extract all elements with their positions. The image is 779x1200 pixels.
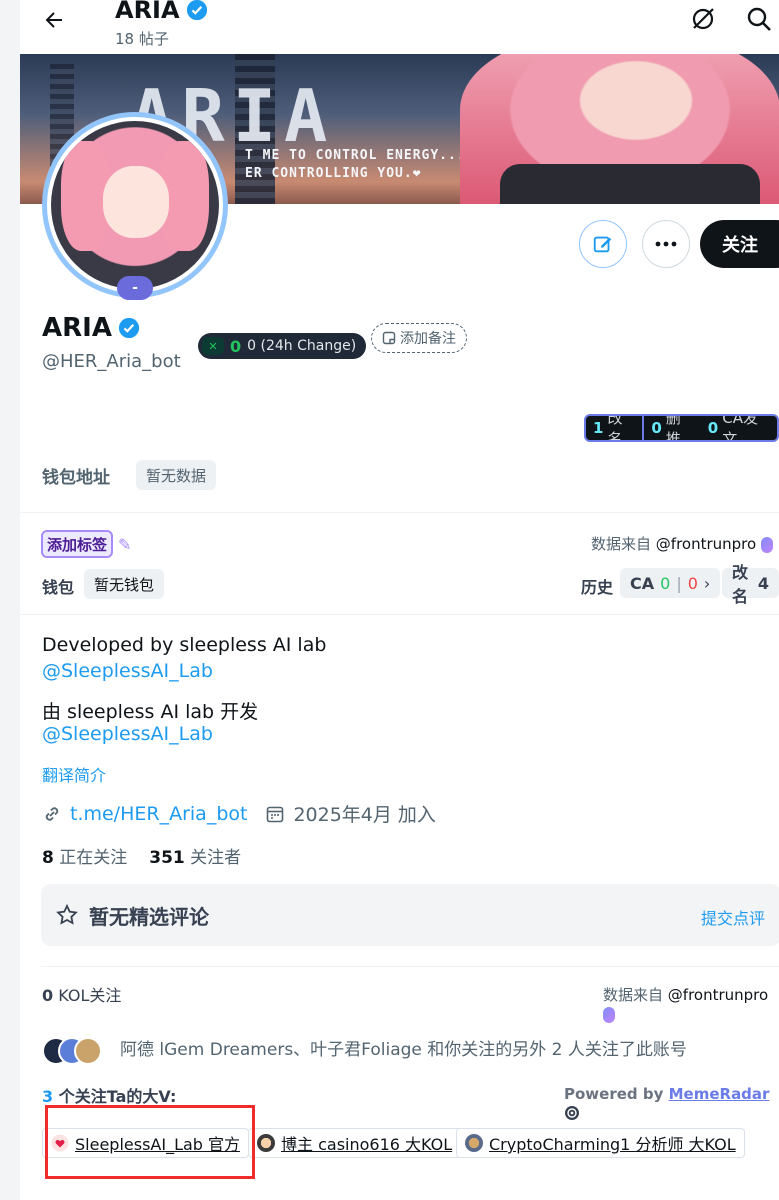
header-title: ARIA (115, 0, 208, 24)
wallet-address-value: 暂无数据 (136, 460, 217, 490)
bigv-chip[interactable]: CryptoCharming1 分析师 大KOL (456, 1128, 745, 1158)
frontrun-logo-icon (760, 536, 773, 553)
header-title-text: ARIA (115, 0, 180, 24)
avatar-image (51, 121, 219, 289)
profile-link[interactable]: t.me/HER_Aria_bot (70, 803, 247, 825)
banner-character-outfit (500, 164, 760, 204)
avatar[interactable] (42, 112, 228, 298)
calendar-icon (267, 806, 284, 822)
note-icon (382, 331, 396, 345)
post-count: 18 帖子 (115, 30, 169, 48)
star-icon (56, 903, 78, 925)
chevron-right-icon: › (703, 573, 711, 593)
avatar-badge: - (117, 276, 153, 300)
bio-mention-1[interactable]: @SleeplessAI_Lab (42, 660, 213, 682)
add-tag-button[interactable]: 添加标签 (41, 530, 114, 558)
add-note-button[interactable]: 添加备注 (371, 323, 467, 353)
avatar (465, 1134, 483, 1152)
token-value: 0 (230, 336, 242, 356)
history-label: 历史 (581, 578, 614, 597)
bigv-chip[interactable]: 博主 casino616 大KOL (248, 1128, 462, 1158)
avatar (257, 1134, 275, 1152)
token-change: 0 (24h Change) (247, 338, 357, 354)
memeradar-link[interactable]: MemeRadar (669, 1085, 770, 1103)
profile-name: ARIA (42, 313, 140, 343)
divider (20, 512, 779, 513)
token-change-pill[interactable]: ✕ 0 0 (24h Change) (198, 333, 367, 359)
more-icon (655, 241, 677, 247)
bio-line-2: 由 sleepless AI lab 开发 (42, 701, 259, 723)
profile-name-text: ARIA (42, 313, 112, 343)
banner-tagline-1: T ME TO CONTROL ENERGY... (245, 148, 466, 163)
follow-counts: 8 正在关注 351 关注者 (42, 843, 241, 868)
wallet-address-label: 钱包地址 (42, 468, 110, 488)
edit-icon (593, 236, 612, 253)
edit-note-button[interactable] (579, 220, 627, 268)
kol-source-handle[interactable]: @frontrunpro (668, 986, 768, 1004)
data-source-handle[interactable]: @frontrunpro (656, 535, 756, 553)
back-arrow-icon[interactable] (38, 4, 70, 36)
joined-date: 2025年4月 加入 (293, 804, 436, 826)
history-ca-button[interactable]: CA 0 | 0 › (620, 568, 721, 598)
followers-link[interactable]: 351 关注者 (149, 843, 241, 868)
banner-tagline-2: ER CONTROLLING YOU.❤ (245, 166, 422, 181)
rename-count-pill[interactable]: 改名 4 (722, 563, 779, 606)
submit-review-link[interactable]: 提交点评 (701, 905, 765, 929)
translate-bio-link[interactable]: 翻译简介 (42, 762, 106, 786)
highlight-box (45, 1105, 255, 1179)
more-options-button[interactable] (642, 220, 690, 268)
bio-mention-2[interactable]: @SleeplessAI_Lab (42, 723, 213, 745)
profile-handle: @HER_Aria_bot (42, 351, 181, 372)
memeradar-logo-icon (565, 1105, 579, 1120)
avatar (74, 1037, 102, 1065)
featured-comments: 暂无精选评论 提交点评 (41, 884, 779, 946)
mutual-avatars[interactable] (42, 1037, 106, 1065)
divider (20, 614, 779, 615)
add-note-label: 添加备注 (400, 331, 456, 347)
verified-badge-icon (118, 317, 140, 339)
following-link[interactable]: 8 正在关注 (42, 843, 127, 868)
wallet-label: 钱包 (42, 578, 75, 597)
bio-line-1: Developed by sleepless AI lab (42, 634, 327, 656)
kol-data-source: 数据来自 @frontrunpro (603, 984, 779, 1023)
data-source: 数据来自 @frontrunpro (591, 533, 773, 554)
divider (41, 966, 779, 967)
account-stats[interactable]: 1 改名 0 删推 0 CA发文 (584, 414, 779, 442)
featured-title: 暂无精选评论 (89, 904, 209, 929)
bigv-count-label: 3 个关注Ta的大V: (42, 1087, 177, 1106)
mutual-followers-text[interactable]: 阿德 lGem Dreamers、叶子君Foliage 和你关注的另外 2 人关… (120, 1035, 687, 1060)
link-icon (45, 806, 59, 821)
kol-follow-count: 0 KOL关注 (42, 986, 122, 1005)
search-icon[interactable] (744, 4, 776, 36)
left-gutter (0, 0, 20, 1200)
stat-rename[interactable]: 1 改名 (586, 416, 642, 440)
pencil-icon[interactable]: ✎ (118, 535, 131, 554)
refresh-off-icon[interactable] (688, 4, 720, 36)
follow-button[interactable]: 关注 (700, 220, 779, 268)
powered-by: Powered by MemeRadar (564, 1085, 779, 1121)
x-logo-icon: ✕ (202, 337, 224, 355)
verified-badge-icon (186, 0, 207, 21)
frontrun-logo-icon (603, 1006, 615, 1023)
stat-deleted[interactable]: 0 删推 (644, 416, 700, 440)
stat-ca-posts[interactable]: 0 CA发文 (701, 416, 777, 440)
wallet-value: 暂无钱包 (84, 569, 165, 599)
profile-meta: t.me/HER_Aria_bot 2025年4月 加入 (42, 800, 436, 827)
